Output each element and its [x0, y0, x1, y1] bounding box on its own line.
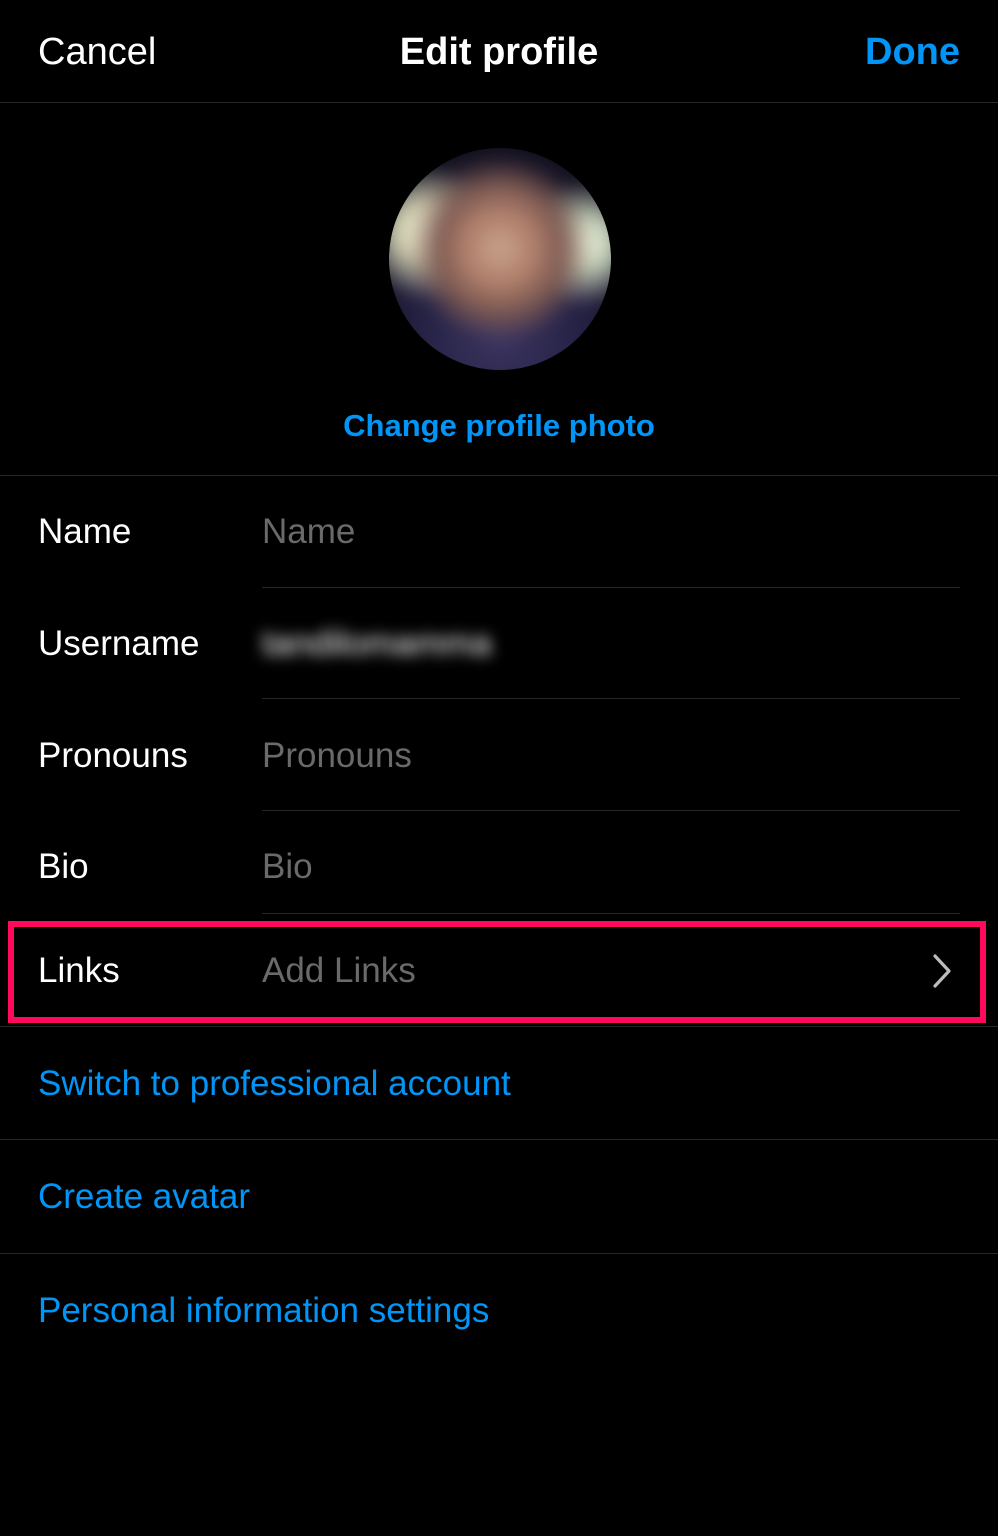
add-links-placeholder[interactable]: Add Links: [262, 950, 416, 992]
bio-label: Bio: [38, 847, 89, 886]
blurred-profile-image: [389, 148, 611, 370]
done-button[interactable]: Done: [865, 30, 960, 74]
field-divider: [262, 913, 960, 914]
username-label: Username: [38, 624, 200, 663]
create-avatar-link[interactable]: Create avatar: [38, 1176, 250, 1218]
chevron-right-icon: [933, 954, 951, 988]
name-label: Name: [38, 512, 132, 551]
switch-to-professional-account-link[interactable]: Switch to professional account: [38, 1063, 511, 1105]
username-input[interactable]: tandilomamma: [262, 623, 492, 665]
section-divider: [0, 1026, 998, 1027]
field-divider: [262, 698, 960, 699]
pronouns-input[interactable]: [262, 735, 942, 777]
section-divider: [0, 1253, 998, 1254]
field-divider: [262, 810, 960, 811]
personal-information-settings-link[interactable]: Personal information settings: [38, 1290, 489, 1332]
bio-input[interactable]: [262, 846, 942, 888]
page-title: Edit profile: [399, 31, 599, 73]
top-navigation-bar: Cancel Edit profile Done: [0, 0, 998, 103]
change-profile-photo-link[interactable]: Change profile photo: [0, 406, 998, 446]
pronouns-label: Pronouns: [38, 736, 188, 775]
name-input[interactable]: [262, 511, 942, 553]
links-label: Links: [38, 951, 120, 990]
field-divider: [262, 587, 960, 588]
links-row-highlight[interactable]: [8, 921, 986, 1023]
profile-avatar[interactable]: [389, 148, 611, 370]
section-divider: [0, 1139, 998, 1140]
section-divider: [0, 475, 998, 476]
